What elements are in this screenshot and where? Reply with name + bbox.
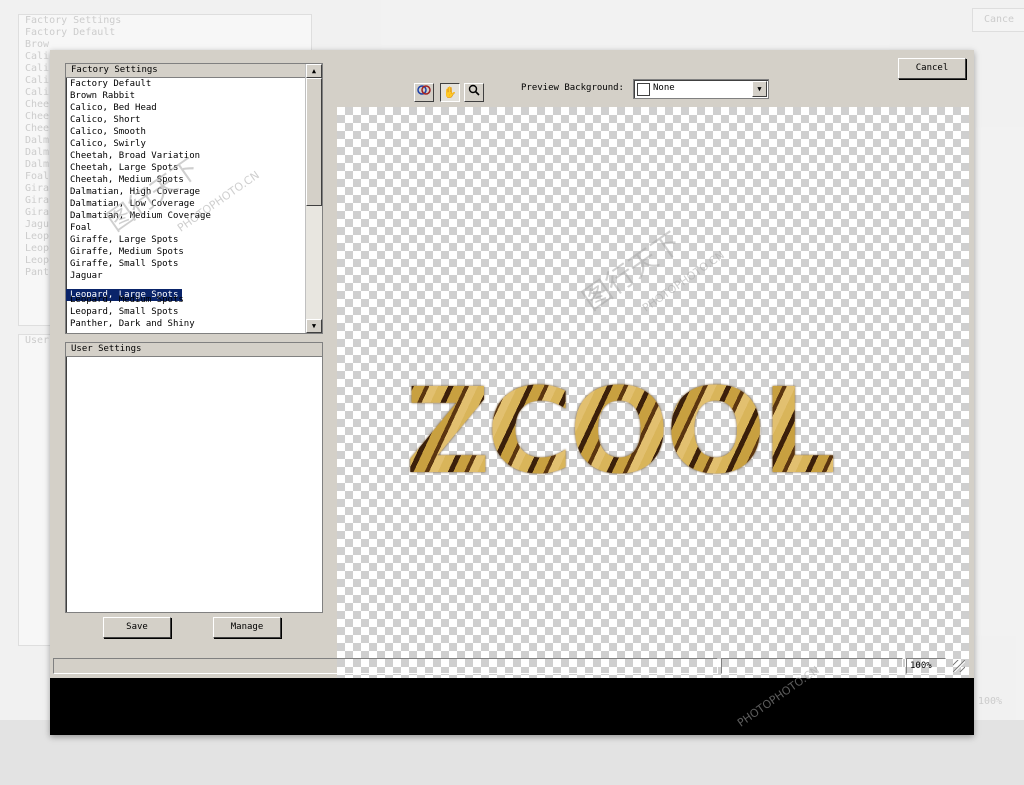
status-bar: 100%	[53, 658, 967, 676]
user-settings-header: User Settings	[66, 343, 322, 357]
list-item[interactable]: Calico, Bed Head	[66, 102, 305, 114]
cancel-button[interactable]: Cancel	[898, 58, 966, 79]
color-swatch-icon	[637, 83, 650, 96]
fur-text-preview: ZCOOL	[405, 362, 837, 500]
preview-icon[interactable]	[414, 83, 434, 102]
preview-background-label: Preview Background:	[521, 83, 624, 93]
user-settings-panel: User Settings	[65, 342, 323, 613]
list-item-selected-row[interactable]: Leopard, Large Spots	[66, 282, 305, 301]
zoom-level: 100%	[906, 658, 946, 674]
save-button[interactable]: Save	[103, 617, 171, 638]
preview-background-value: None	[653, 83, 675, 93]
preview-background-select[interactable]: None ▼	[633, 79, 769, 99]
hand-icon[interactable]: ✋	[440, 83, 460, 102]
scroll-up-icon[interactable]: ▲	[306, 64, 322, 78]
background-list-item: Factory Default	[25, 27, 116, 38]
list-item[interactable]: Jaguar	[66, 270, 305, 282]
list-item[interactable]: Calico, Short	[66, 114, 305, 126]
list-item[interactable]: Giraffe, Small Spots	[66, 258, 305, 270]
chevron-down-icon[interactable]: ▼	[752, 81, 767, 97]
zoom-icon[interactable]	[464, 83, 484, 102]
list-item[interactable]: Factory Default	[66, 78, 305, 90]
list-item[interactable]: Leopard, Medium Spots	[66, 294, 305, 306]
list-item[interactable]: Giraffe, Large Spots	[66, 234, 305, 246]
background-list-item: Factory Settings	[25, 15, 122, 26]
factory-settings-panel: Factory Settings Factory Default Brown R…	[65, 63, 323, 334]
scroll-down-icon[interactable]: ▼	[306, 319, 322, 333]
list-item[interactable]: Giraffe, Medium Spots	[66, 246, 305, 258]
list-item[interactable]: Calico, Swirly	[66, 138, 305, 150]
list-item[interactable]: Panther, Dark and Shiny	[66, 318, 305, 330]
scroll-thumb[interactable]	[306, 78, 322, 206]
list-item[interactable]: Brown Rabbit	[66, 90, 305, 102]
fur-settings-dialog: Factory Settings Factory Default Brown R…	[50, 50, 974, 735]
list-item[interactable]: Calico, Smooth	[66, 126, 305, 138]
factory-settings-scrollbar[interactable]: ▲ ▼	[305, 64, 322, 333]
background-cancel-button: Cance	[972, 8, 1024, 32]
manage-button[interactable]: Manage	[213, 617, 281, 638]
factory-settings-header: Factory Settings	[66, 64, 322, 78]
list-item[interactable]: Leopard, Small Spots	[66, 306, 305, 318]
status-field-main	[53, 658, 718, 674]
resize-grip-icon[interactable]	[953, 660, 965, 672]
black-strip	[50, 678, 974, 735]
background-zoom: 100%	[978, 696, 1003, 707]
preview-canvas[interactable]: ZCOOL	[337, 107, 969, 704]
